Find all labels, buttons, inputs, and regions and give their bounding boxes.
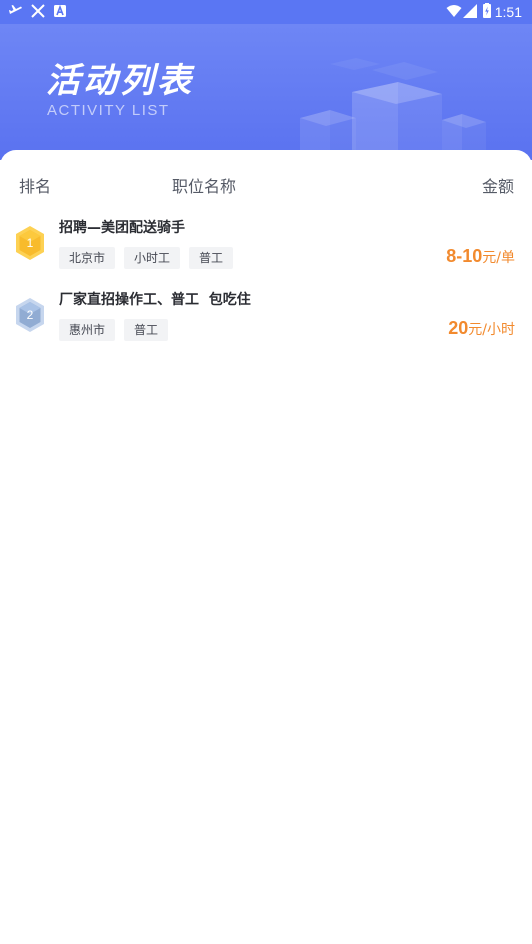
job-title: 招聘—美团配送骑手 bbox=[59, 220, 185, 236]
tag-list: 北京市 小时工 普工 bbox=[59, 247, 234, 269]
page-subtitle: ACTIVITY LIST bbox=[47, 102, 170, 119]
rank-badge-silver: 2 bbox=[14, 297, 46, 333]
tag-job-category: 普工 bbox=[189, 247, 234, 269]
list-item[interactable]: 2 厂家直招操作工、普工 包吃住 惠州市 普工 20元/小时 bbox=[0, 290, 532, 356]
tag-list: 惠州市 普工 bbox=[59, 319, 169, 341]
price-amount: 8-10 bbox=[446, 246, 483, 266]
status-bar: 1:51 bbox=[0, 0, 532, 24]
tag-job-type: 小时工 bbox=[124, 247, 181, 269]
activity-list-card: 排名 职位名称 金额 1 招聘—美团配送骑手 北京市 小时工 普工 8-10元/… bbox=[0, 150, 532, 944]
price-unit: 元/单 bbox=[482, 250, 515, 266]
header-banner: 活动列表 ACTIVITY LIST bbox=[0, 24, 532, 160]
plane-icon bbox=[9, 5, 22, 14]
price: 8-10元/单 bbox=[446, 246, 515, 267]
price-unit: 元/小时 bbox=[468, 322, 515, 338]
status-time: 1:51 bbox=[494, 4, 522, 20]
list-item[interactable]: 1 招聘—美团配送骑手 北京市 小时工 普工 8-10元/单 bbox=[0, 218, 532, 284]
wifi-icon bbox=[446, 5, 462, 17]
notification-a-icon bbox=[54, 4, 66, 17]
column-header-rank: 排名 bbox=[19, 177, 52, 196]
column-header-amount: 金额 bbox=[481, 177, 514, 196]
page-title: 活动列表 bbox=[46, 61, 194, 101]
column-header-title: 职位名称 bbox=[172, 177, 237, 196]
price: 20元/小时 bbox=[448, 318, 515, 339]
rank-number: 1 bbox=[26, 236, 34, 250]
rank-badge-gold: 1 bbox=[14, 225, 46, 261]
tag-job-category: 普工 bbox=[124, 319, 169, 341]
job-title: 厂家直招操作工、普工 包吃住 bbox=[59, 292, 251, 308]
battery-icon bbox=[483, 3, 491, 18]
tag-location: 惠州市 bbox=[59, 319, 116, 341]
rank-number: 2 bbox=[26, 308, 34, 322]
tag-location: 北京市 bbox=[59, 247, 116, 269]
signal-icon bbox=[463, 4, 477, 18]
x-icon bbox=[31, 4, 45, 18]
price-amount: 20 bbox=[448, 318, 469, 338]
